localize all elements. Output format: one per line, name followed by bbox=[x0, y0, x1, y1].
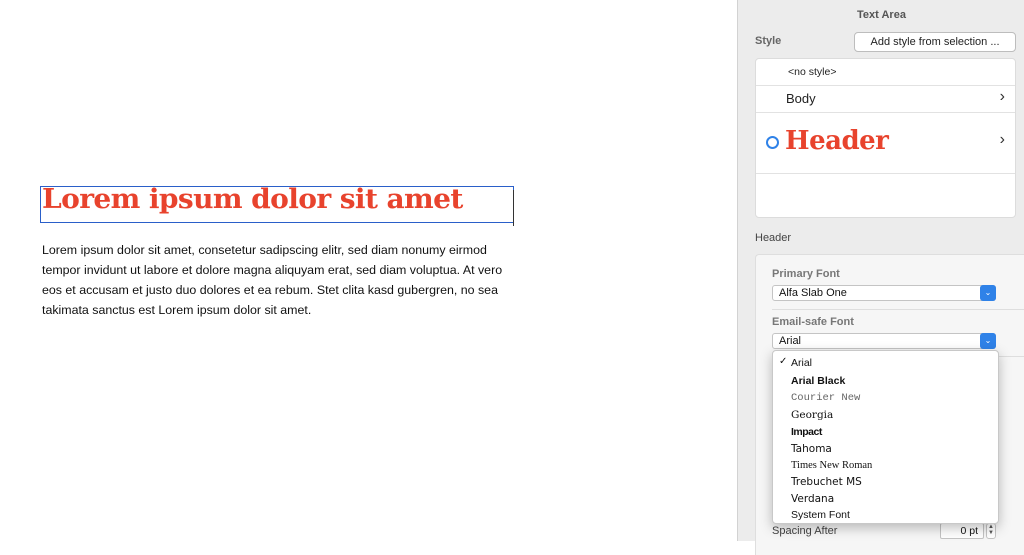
menu-item-label: Courier New bbox=[791, 392, 861, 404]
menu-item-georgia[interactable]: Georgia bbox=[773, 406, 998, 423]
divider bbox=[772, 309, 1024, 310]
menu-item-courier-new[interactable]: Courier New bbox=[773, 389, 998, 406]
menu-item-trebuchet-ms[interactable]: Trebuchet MS bbox=[773, 473, 998, 490]
add-style-button[interactable]: Add style from selection ... bbox=[854, 32, 1016, 52]
style-item-label: <no style> bbox=[788, 66, 837, 78]
menu-item-verdana[interactable]: Verdana bbox=[773, 490, 998, 507]
chevron-down-icon: ⌄ bbox=[980, 333, 996, 349]
menu-item-impact[interactable]: Impact bbox=[773, 423, 998, 440]
menu-item-label: Verdana bbox=[791, 493, 835, 505]
primary-font-value: Alfa Slab One bbox=[779, 287, 847, 299]
style-item-header[interactable]: Header › bbox=[756, 112, 1015, 174]
editor-canvas[interactable]: Lorem ipsum dolor sit amet Lorem ipsum d… bbox=[0, 0, 737, 541]
spacing-after-input[interactable]: 0 pt bbox=[940, 523, 984, 539]
menu-item-label: Georgia bbox=[791, 409, 834, 421]
email-font-value: Arial bbox=[779, 335, 802, 347]
panel-title: Text Area bbox=[857, 9, 906, 21]
primary-font-label: Primary Font bbox=[772, 268, 840, 280]
menu-item-label: Arial bbox=[791, 357, 813, 369]
email-font-dropdown-menu: ✓ Arial Arial Black Courier New Georgia … bbox=[772, 350, 999, 524]
email-font-select[interactable]: Arial ⌄ bbox=[772, 333, 996, 349]
checkmark-icon: ✓ bbox=[779, 356, 788, 367]
chevron-right-icon: › bbox=[999, 88, 1005, 105]
menu-item-label: Trebuchet MS bbox=[791, 476, 862, 488]
primary-font-select[interactable]: Alfa Slab One ⌄ bbox=[772, 285, 996, 301]
spacing-after-label: Spacing After bbox=[772, 525, 838, 537]
style-label: Style bbox=[755, 35, 782, 47]
text-caret bbox=[513, 190, 514, 226]
menu-item-label: System Font bbox=[791, 509, 850, 521]
menu-item-arial[interactable]: ✓ Arial bbox=[773, 354, 998, 371]
email-font-label: Email-safe Font bbox=[772, 316, 854, 328]
menu-item-label: Times New Roman bbox=[791, 460, 873, 471]
menu-item-times-new-roman[interactable]: Times New Roman bbox=[773, 457, 998, 474]
spacing-after-stepper[interactable]: ▲ ▼ bbox=[986, 523, 996, 539]
headline-text[interactable]: Lorem ipsum dolor sit amet bbox=[42, 184, 463, 215]
style-item-label: Header bbox=[785, 126, 889, 156]
style-item-label: Body bbox=[786, 91, 816, 106]
menu-item-label: Arial Black bbox=[791, 375, 846, 387]
menu-item-label: Impact bbox=[791, 426, 822, 438]
menu-item-label: Tahoma bbox=[791, 443, 832, 455]
stepper-down-icon[interactable]: ▼ bbox=[987, 530, 995, 536]
section-label-header: Header bbox=[755, 232, 792, 244]
menu-item-arial-black[interactable]: Arial Black bbox=[773, 372, 998, 389]
style-item-no-style[interactable]: <no style> bbox=[756, 59, 1015, 86]
chevron-right-icon: › bbox=[999, 131, 1005, 148]
style-item-body[interactable]: Body › bbox=[756, 85, 1015, 113]
style-list: <no style> Body › Header › bbox=[755, 58, 1016, 218]
menu-item-tahoma[interactable]: Tahoma bbox=[773, 440, 998, 457]
menu-item-system-font[interactable]: System Font bbox=[773, 506, 998, 523]
body-paragraph[interactable]: Lorem ipsum dolor sit amet, consetetur s… bbox=[42, 240, 512, 320]
selected-radio-icon bbox=[766, 136, 779, 149]
chevron-down-icon: ⌄ bbox=[980, 285, 996, 301]
